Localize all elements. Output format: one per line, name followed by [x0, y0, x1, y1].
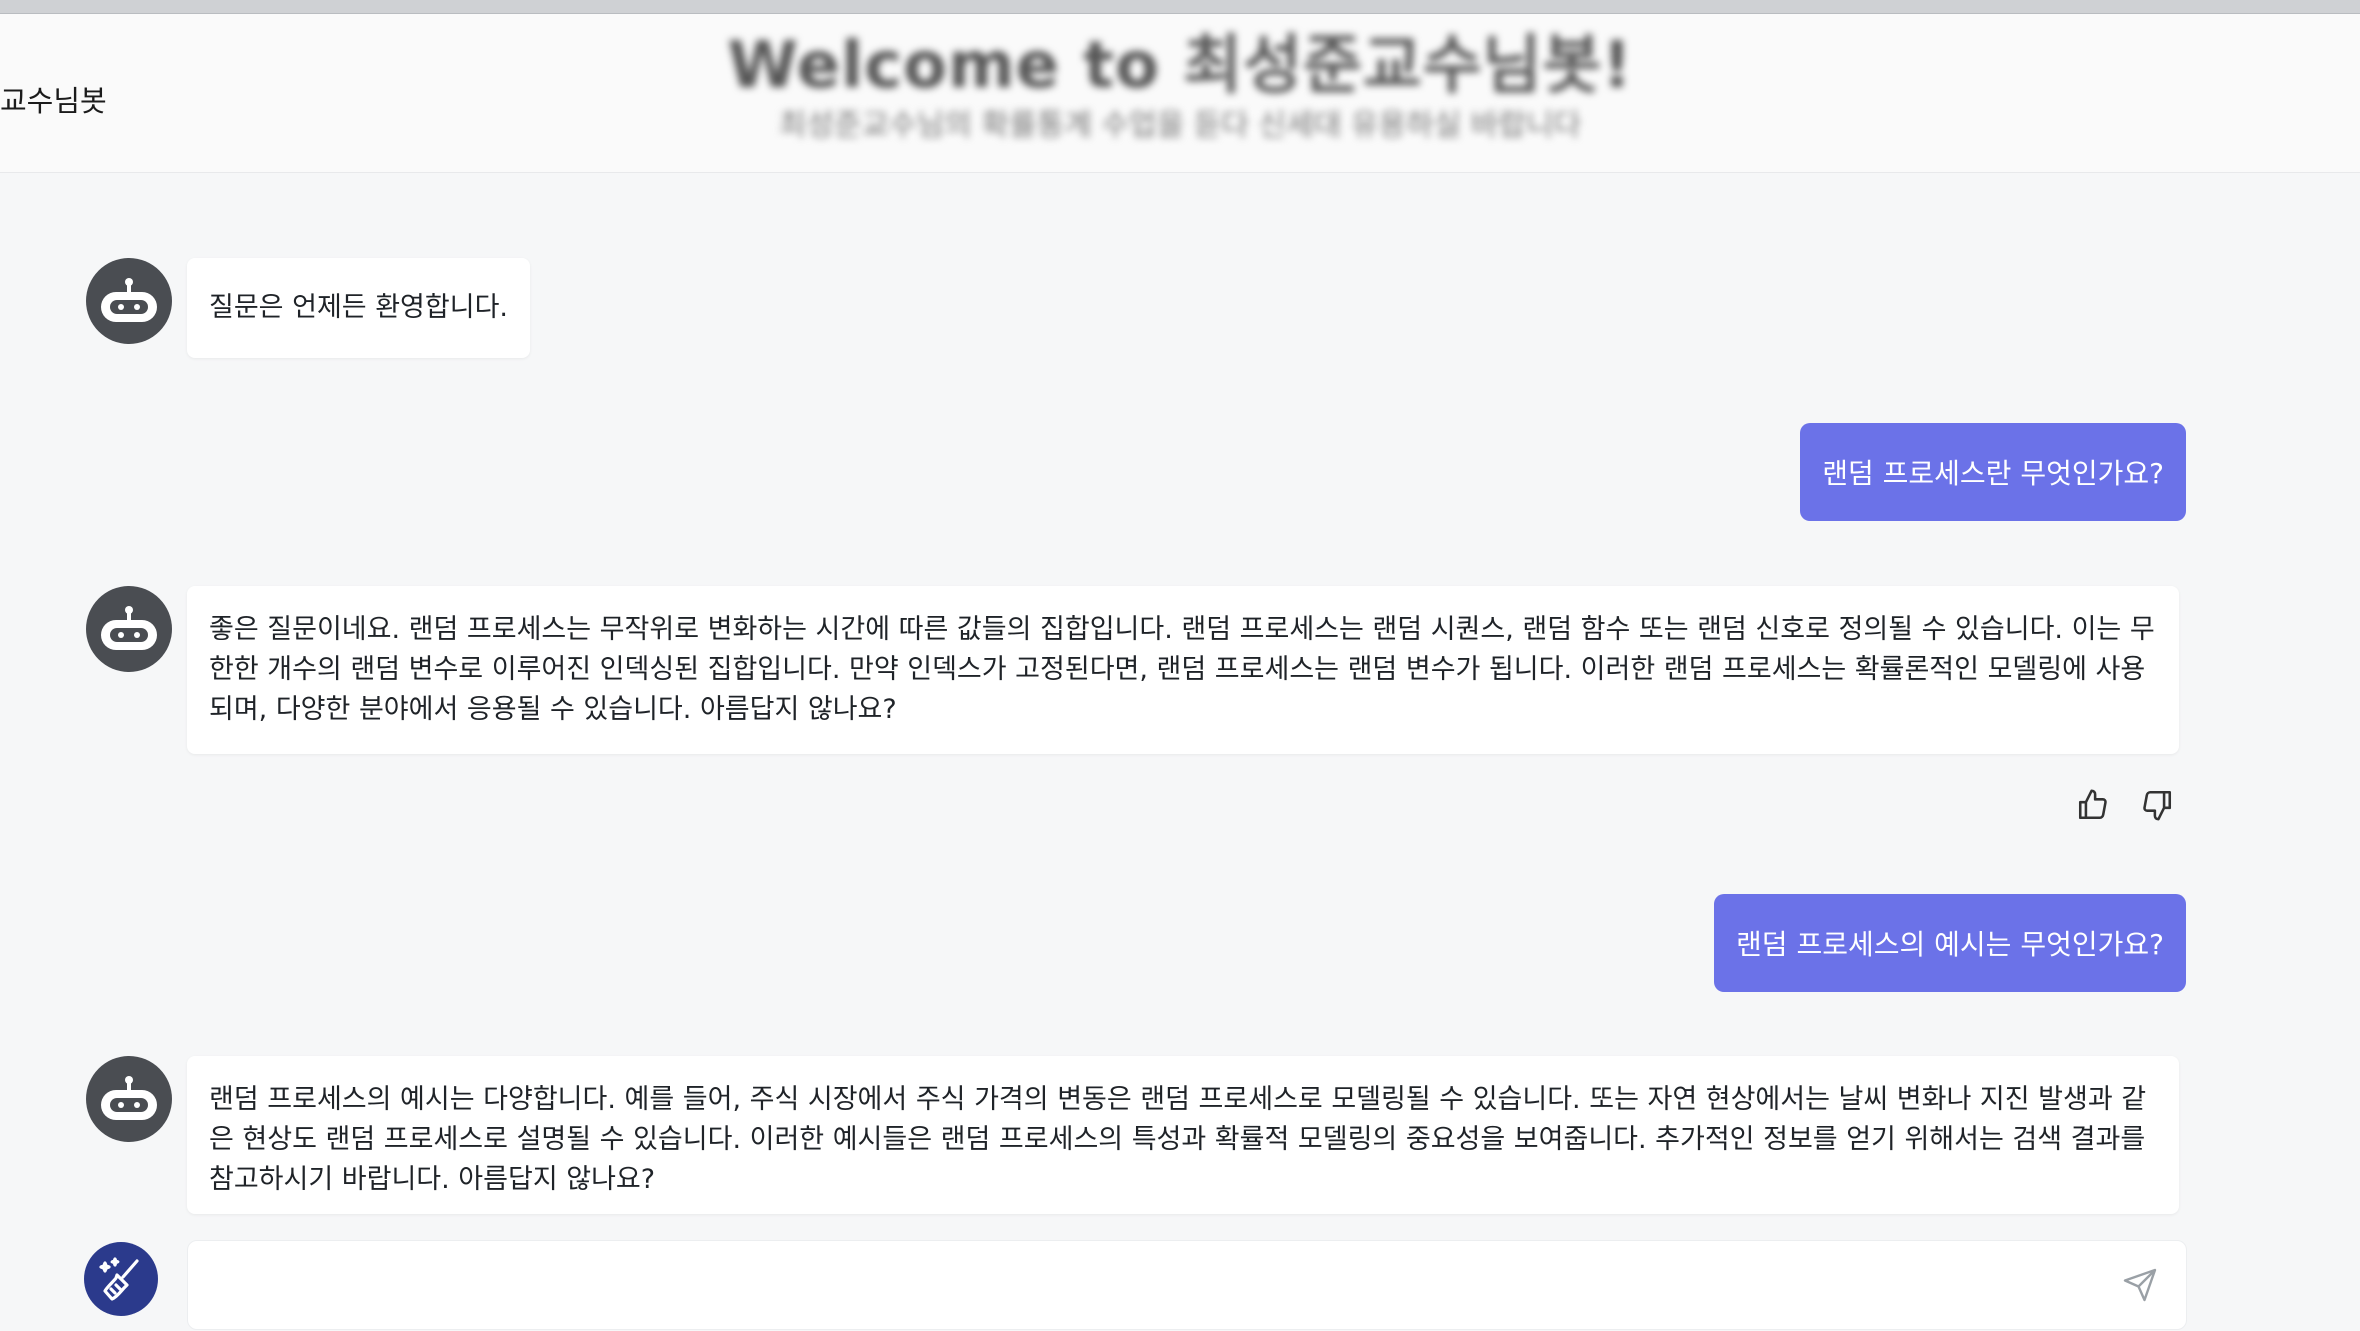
thumbs-down-icon[interactable]	[2140, 788, 2174, 822]
robot-icon	[101, 1076, 157, 1120]
bot-message-text: 좋은 질문이네요. 랜덤 프로세스는 무작위로 변화하는 시간에 따른 값들의 …	[209, 614, 2155, 725]
welcome-title: Welcome to 최성준교수님봇!	[727, 29, 1633, 103]
send-icon[interactable]	[2122, 1267, 2158, 1303]
user-message: 랜덤 프로세스란 무엇인가요?	[1800, 423, 2186, 521]
bot-avatar	[86, 586, 172, 672]
bot-message: 질문은 언제든 환영합니다.	[187, 258, 530, 358]
bot-message-text: 질문은 언제든 환영합니다.	[209, 292, 508, 323]
bot-message-text: 랜덤 프로세스의 예시는 다양합니다. 예를 들어, 주식 시장에서 주식 가격…	[209, 1084, 2147, 1195]
chat-input-box	[187, 1240, 2187, 1330]
welcome-subtitle: 최성준교수님의 확률통계 수업을 듣다 신세대 유용하실 바랍니다	[778, 108, 1582, 143]
clear-chat-button[interactable]	[84, 1242, 158, 1316]
bot-message: 랜덤 프로세스의 예시는 다양합니다. 예를 들어, 주식 시장에서 주식 가격…	[187, 1056, 2179, 1214]
user-message: 랜덤 프로세스의 예시는 무엇인가요?	[1714, 894, 2186, 992]
bot-avatar	[86, 1056, 172, 1142]
feedback-actions	[2076, 788, 2174, 822]
chat-input[interactable]	[208, 1256, 2088, 1316]
browser-top-strip	[0, 0, 2360, 14]
bot-avatar	[86, 258, 172, 344]
bot-message: 좋은 질문이네요. 랜덤 프로세스는 무작위로 변화하는 시간에 따른 값들의 …	[187, 586, 2179, 754]
user-message-text: 랜덤 프로세스의 예시는 무엇인가요?	[1736, 928, 2164, 961]
broom-sparkle-icon	[99, 1257, 139, 1301]
user-message-text: 랜덤 프로세스란 무엇인가요?	[1822, 457, 2164, 490]
robot-icon	[101, 278, 157, 322]
page-header: 교수님봇 Welcome to 최성준교수님봇! 최성준교수님의 확률통계 수업…	[0, 14, 2360, 173]
robot-icon	[101, 606, 157, 650]
thumbs-up-icon[interactable]	[2076, 788, 2110, 822]
